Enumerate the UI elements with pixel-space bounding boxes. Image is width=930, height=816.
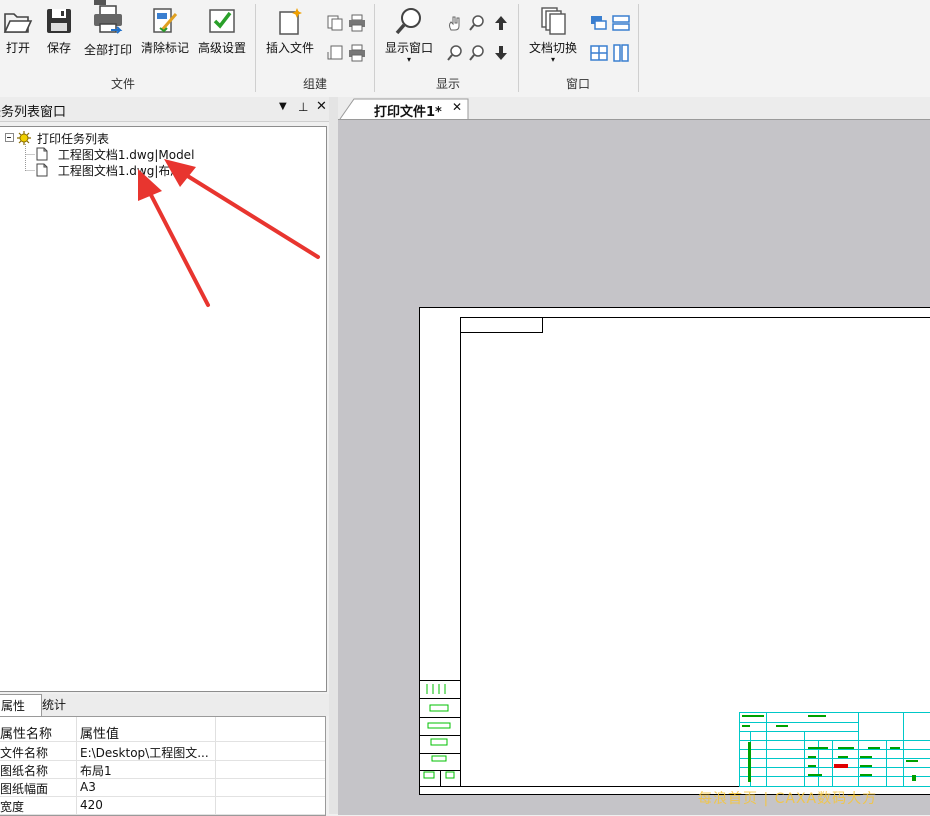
dropdown-arrow-icon: ▾ xyxy=(526,56,580,64)
task-panel-header: 任务列表窗口 ▼ ⊥ ✕ xyxy=(0,97,334,122)
property-row[interactable]: 文件名称 E:\Desktop\工程图文... xyxy=(0,742,325,761)
display-window-button[interactable]: 显示窗口 ▾ xyxy=(382,6,436,64)
property-row[interactable]: 图纸幅面 A3 xyxy=(0,778,325,797)
close-icon[interactable]: ✕ xyxy=(316,99,327,114)
save-button-label: 保存 xyxy=(44,39,74,56)
task-panel-title: 任务列表窗口 xyxy=(0,101,66,120)
group-label-window: 窗口 xyxy=(558,75,598,92)
settings-check-icon xyxy=(207,6,237,36)
tab-properties[interactable]: 属性 xyxy=(0,694,42,716)
cascade-windows-icon[interactable] xyxy=(590,14,608,32)
property-value: 420 xyxy=(80,798,103,812)
rotate-page-icon[interactable] xyxy=(326,44,344,62)
advanced-settings-label: 高级设置 xyxy=(195,39,249,56)
print-preview-canvas[interactable]: 每浪首页 | CAXA数码大方 xyxy=(338,119,930,815)
tile-grid-icon[interactable] xyxy=(590,44,608,62)
properties-header: 属性名称 属性值 xyxy=(0,719,325,742)
printer-icon xyxy=(91,0,125,36)
property-value: E:\Desktop\工程图文... xyxy=(80,744,214,761)
print-all-label: 全部打印 xyxy=(82,41,134,58)
documents-icon xyxy=(538,6,568,36)
tile-vertical-icon[interactable] xyxy=(612,44,630,62)
ribbon-separator xyxy=(374,4,375,92)
ribbon-separator xyxy=(255,4,256,92)
document-switch-label: 文档切换 xyxy=(526,39,580,56)
document-tabs: 打印文件1* ✕ xyxy=(338,97,930,119)
properties-grid: 属性名称 属性值 文件名称 E:\Desktop\工程图文... 图纸名称 布局… xyxy=(0,716,326,816)
pin-icon[interactable]: ⊥ xyxy=(298,100,308,114)
display-window-label: 显示窗口 xyxy=(382,39,436,56)
dropdown-arrow-icon: ▾ xyxy=(382,56,436,64)
pan-hand-icon[interactable] xyxy=(446,14,464,32)
panel-splitter[interactable] xyxy=(329,97,338,814)
property-name: 图纸幅面 xyxy=(0,780,48,797)
save-icon xyxy=(45,6,73,36)
open-button-label: 打开 xyxy=(2,39,34,56)
printer-setup-icon[interactable] xyxy=(348,44,366,62)
property-value: 布局1 xyxy=(80,762,112,779)
properties-tabs: 属性 统计 xyxy=(0,694,334,716)
magnifier-icon xyxy=(394,6,424,36)
insert-file-icon xyxy=(275,6,305,36)
zoom-out-icon[interactable] xyxy=(446,44,464,62)
arrow-down-icon[interactable] xyxy=(492,44,510,62)
group-label-build: 组建 xyxy=(295,75,335,92)
header-property-name: 属性名称 xyxy=(0,723,52,742)
open-button[interactable]: 打开 xyxy=(2,6,34,56)
document-switch-button[interactable]: 文档切换 ▾ xyxy=(526,6,580,64)
ribbon-separator xyxy=(518,4,519,92)
folder-open-icon xyxy=(3,6,33,36)
group-label-display: 显示 xyxy=(428,75,468,92)
clear-mark-icon xyxy=(150,6,180,36)
property-name: 文件名称 xyxy=(0,744,48,761)
watermark-text: 每浪首页 | CAXA数码大方 xyxy=(698,788,877,808)
arrow-up-icon[interactable] xyxy=(492,14,510,32)
clear-mark-label: 清除标记 xyxy=(138,39,192,56)
drawing-sheet xyxy=(338,120,930,815)
panel-dropdown-icon[interactable]: ▼ xyxy=(279,101,287,112)
property-value: A3 xyxy=(80,780,96,794)
print-small-icon[interactable] xyxy=(348,14,366,32)
property-row[interactable]: 宽度 420 xyxy=(0,796,325,815)
advanced-settings-button[interactable]: 高级设置 xyxy=(195,6,249,56)
tab-close-icon[interactable]: ✕ xyxy=(452,100,462,114)
insert-file-button[interactable]: 插入文件 xyxy=(263,6,317,56)
task-tree: 打印任务列表 工程图文档1.dwg|Model 工程图文档1.dwg|布局 xyxy=(0,126,327,692)
tile-horizontal-icon[interactable] xyxy=(612,14,630,32)
copy-page-icon[interactable] xyxy=(326,14,344,32)
ribbon-separator xyxy=(638,4,639,92)
save-button[interactable]: 保存 xyxy=(44,6,74,56)
clear-mark-button[interactable]: 清除标记 xyxy=(138,6,192,56)
header-property-value: 属性值 xyxy=(80,723,119,742)
property-name: 图纸名称 xyxy=(0,762,48,779)
property-name: 宽度 xyxy=(0,798,24,815)
group-label-file: 文件 xyxy=(100,75,146,92)
document-tab-label[interactable]: 打印文件1* xyxy=(374,101,442,120)
zoom-in-icon[interactable] xyxy=(468,14,486,32)
insert-file-label: 插入文件 xyxy=(263,39,317,56)
zoom-all-icon[interactable] xyxy=(468,44,486,62)
print-all-button[interactable]: 全部打印 xyxy=(82,0,134,58)
ribbon: 打开 保存 全部打印 清除标记 xyxy=(0,0,930,98)
property-row[interactable]: 图纸名称 布局1 xyxy=(0,760,325,779)
tab-statistics[interactable]: 统计 xyxy=(38,694,70,715)
annotation-arrows xyxy=(0,127,326,327)
